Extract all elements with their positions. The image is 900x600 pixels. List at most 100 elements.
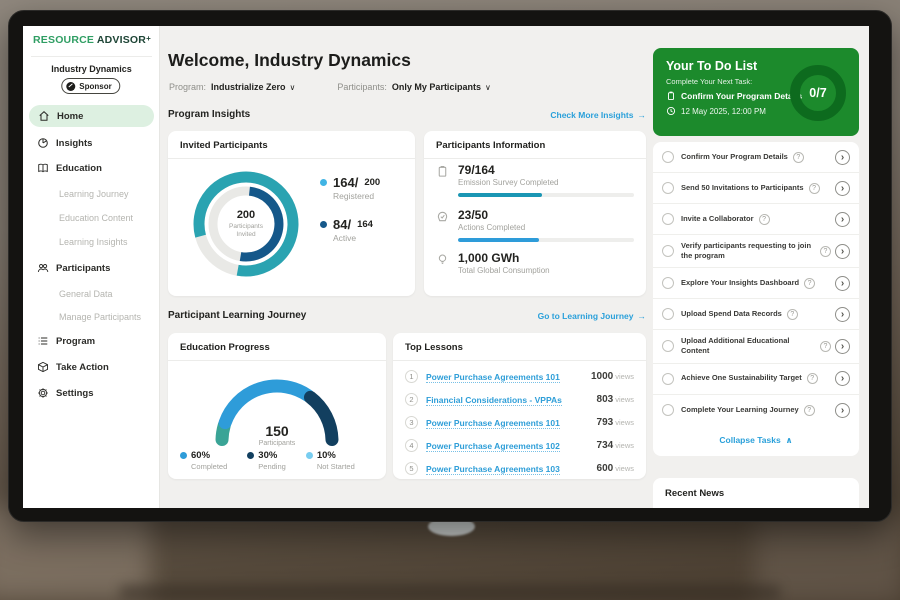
chevron-down-icon[interactable]: ∨ [485,83,491,92]
emission-progress-fill [458,193,542,197]
sidebar-item-home[interactable]: Home [29,105,154,127]
checkbox-icon[interactable] [662,213,674,225]
chevron-right-icon[interactable]: › [835,244,850,259]
chevron-right-icon[interactable]: › [835,212,850,227]
page-title: Welcome, Industry Dynamics [168,50,411,71]
chevron-right-icon[interactable]: › [835,181,850,196]
task-row-achieve-target[interactable]: Achieve One Sustainability Target ? › [653,364,859,395]
question-icon[interactable]: ? [820,341,831,352]
participants-filter-select[interactable]: Only My Participants [392,82,481,92]
task-row-upload-educational-content[interactable]: Upload Additional Educational Content ? … [653,330,859,363]
sidebar-item-settings[interactable]: Settings [23,382,160,404]
task-row-invite-collaborator[interactable]: Invite a Collaborator ? › [653,204,859,235]
chevron-right-icon[interactable]: › [835,339,850,354]
question-icon[interactable]: ? [809,183,820,194]
question-icon[interactable]: ? [804,278,815,289]
lesson-row: 2 Financial Considerations - VPPAs 803vi… [405,388,634,411]
sidebar: RESOURCE ADVISOR+ Industry Dynamics Spon… [23,26,160,508]
lesson-link[interactable]: Power Purchase Agreements 102 [426,441,589,451]
checkbox-icon[interactable] [662,245,674,257]
question-icon[interactable]: ? [820,246,831,257]
question-icon[interactable]: ? [787,309,798,320]
task-row-upload-spend-data[interactable]: Upload Spend Data Records ? › [653,299,859,330]
question-icon[interactable]: ? [804,405,815,416]
lesson-rank: 5 [405,462,418,475]
checkbox-icon[interactable] [662,404,674,416]
registered-total: 200 [364,177,380,188]
stat-actions: 23/50 Actions Completed [436,208,634,242]
collapse-tasks-link[interactable]: Collapse Tasks∧ [653,426,859,456]
dashboard-screen: RESOURCE ADVISOR+ Industry Dynamics Spon… [23,26,869,508]
sidebar-item-education[interactable]: Education [23,157,160,179]
go-to-learning-journey-link[interactable]: Go to Learning Journey→ [538,311,646,321]
todo-progress-value: 0/7 [809,86,826,100]
task-row-complete-learning-journey[interactable]: Complete Your Learning Journey ? › [653,395,859,426]
gauge-center-label: Participants [202,440,352,447]
stat-label: Total Global Consumption [458,266,634,275]
logo-primary: RESOURCE [33,34,94,46]
checkbox-icon[interactable] [662,182,674,194]
sidebar-item-learning-journey[interactable]: Learning Journey [23,183,160,205]
participants-information-card: Participants Information 79/164 Emission… [424,131,646,296]
logo-plus: + [146,34,151,43]
chevron-right-icon[interactable]: › [835,371,850,386]
book-icon [37,162,49,174]
chevron-right-icon[interactable]: › [835,307,850,322]
task-row-verify-participants[interactable]: Verify participants requesting to join t… [653,235,859,268]
lesson-row: 3 Power Purchase Agreements 101 793views [405,411,634,434]
checkbox-icon[interactable] [662,277,674,289]
checkbox-icon[interactable] [662,308,674,320]
chevron-right-icon[interactable]: › [835,150,850,165]
active-total: 164 [357,219,373,230]
list-icon [37,335,49,347]
donut-center-label: Participants Invited [220,223,272,240]
task-label: Send 50 Invitations to Participants [681,183,804,193]
stat-label: Emission Survey Completed [458,178,634,187]
sidebar-item-insights[interactable]: Insights [23,132,160,154]
sidebar-item-general-data[interactable]: General Data [23,283,160,305]
lesson-link[interactable]: Power Purchase Agreements 101 [426,418,589,428]
sponsor-icon [66,82,75,91]
arrow-right-icon: → [638,110,647,120]
clock-icon [666,106,676,116]
stat-value: 23/50 [458,208,634,222]
program-filter-select[interactable]: Industrialize Zero [211,82,286,92]
views-label: views [615,464,634,473]
task-row-explore-insights[interactable]: Explore Your Insights Dashboard ? › [653,268,859,299]
lesson-link[interactable]: Power Purchase Agreements 101 [426,372,583,382]
question-icon[interactable]: ? [807,373,818,384]
lesson-link[interactable]: Financial Considerations - VPPAs [426,395,589,405]
question-icon[interactable]: ? [759,214,770,225]
checkbox-icon[interactable] [662,373,674,385]
sidebar-item-learning-insights[interactable]: Learning Insights [23,231,160,253]
checkbox-icon[interactable] [662,340,674,352]
gauge-center: 150 Participants [202,423,352,447]
lesson-rank: 3 [405,416,418,429]
task-row-send-invitations[interactable]: Send 50 Invitations to Participants ? › [653,173,859,204]
chevron-right-icon[interactable]: › [835,276,850,291]
lesson-views: 803views [597,394,634,405]
views-label: views [615,372,634,381]
chevron-down-icon[interactable]: ∨ [290,83,296,92]
registered-value: 164/ [333,175,358,190]
checkbox-icon[interactable] [662,151,674,163]
sidebar-item-take-action[interactable]: Take Action [23,356,160,378]
lesson-rank: 2 [405,393,418,406]
question-icon[interactable]: ? [793,152,804,163]
lessons-list: 1 Power Purchase Agreements 101 1000view… [393,361,646,480]
filter-bar: Program: Industrialize Zero ∨ Participan… [169,82,491,92]
check-more-insights-link[interactable]: Check More Insights→ [550,110,646,120]
lesson-link[interactable]: Power Purchase Agreements 103 [426,464,589,474]
sidebar-item-education-content[interactable]: Education Content [23,207,160,229]
chevron-right-icon[interactable]: › [835,403,850,418]
sidebar-item-program[interactable]: Program [23,330,160,352]
task-row-confirm-program[interactable]: Confirm Your Program Details ? › [653,142,859,173]
stat-emission-survey: 79/164 Emission Survey Completed [436,163,634,197]
gauge-center-value: 150 [202,423,352,439]
sidebar-item-manage-participants[interactable]: Manage Participants [23,306,160,328]
lesson-views: 1000views [591,371,634,382]
sidebar-item-participants[interactable]: Participants [23,257,160,279]
legend-item-not-started: 10% Not Started [306,450,355,471]
views-count: 803 [597,394,614,405]
sponsor-badge[interactable]: Sponsor [61,78,120,94]
